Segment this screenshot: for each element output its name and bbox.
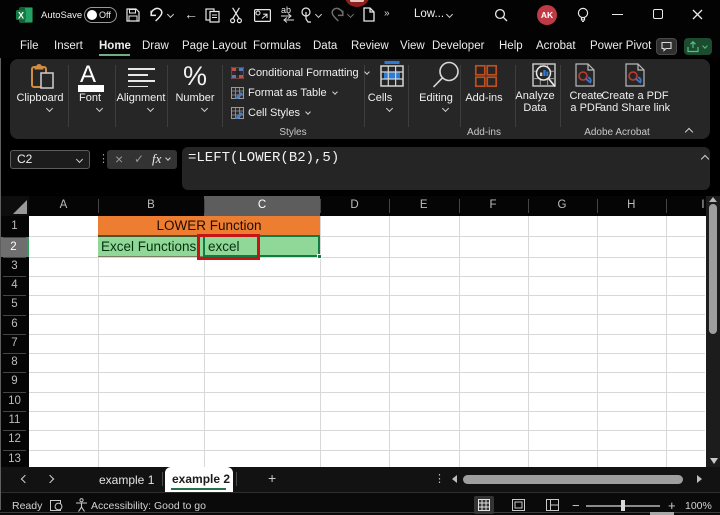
svg-text:X: X — [18, 11, 24, 21]
